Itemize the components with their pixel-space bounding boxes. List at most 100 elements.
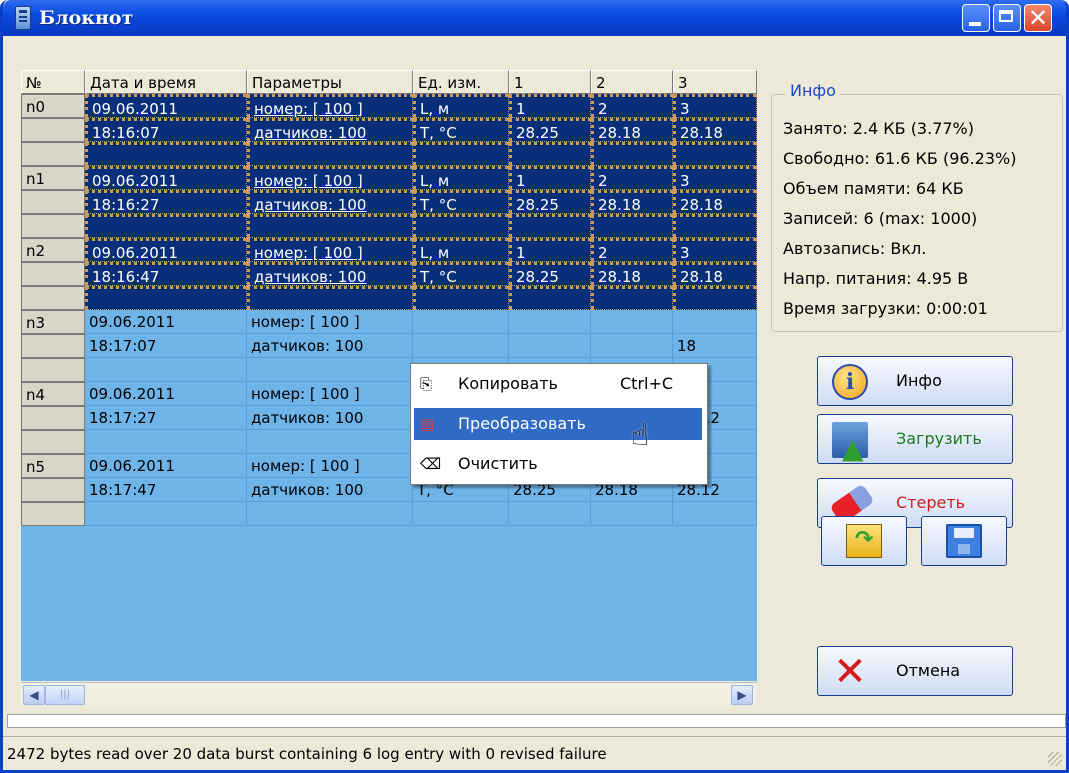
scroll-left-icon[interactable]: ◀ xyxy=(23,685,45,705)
maximize-button[interactable] xyxy=(993,4,1021,32)
grid-cell[interactable]: 28.18 xyxy=(673,190,757,214)
grid-cell[interactable]: номер: [ 100 ] xyxy=(247,94,413,118)
grid-cell[interactable]: 18:16:47 xyxy=(85,262,247,286)
close-button[interactable]: ✕ xyxy=(1024,4,1052,32)
row-header-cell[interactable] xyxy=(21,190,85,214)
grid-cell[interactable] xyxy=(413,310,509,334)
grid-cell[interactable]: датчиков: 100 xyxy=(247,478,413,502)
col-header-2[interactable]: 2 xyxy=(591,70,673,94)
grid-cell[interactable] xyxy=(509,334,591,358)
grid-cell[interactable]: датчиков: 100 xyxy=(247,262,413,286)
grid-cell[interactable] xyxy=(247,358,413,382)
table-row[interactable]: 18:16:27 датчиков: 100 T, °C 28.25 28.18 28.1… xyxy=(21,190,757,214)
table-row[interactable] xyxy=(21,286,757,310)
grid-cell[interactable]: L, м xyxy=(413,238,509,262)
row-header-cell[interactable] xyxy=(21,118,85,142)
grid-cell[interactable]: 3 xyxy=(673,166,757,190)
row-header-cell[interactable] xyxy=(21,502,85,526)
grid-cell[interactable]: 1 xyxy=(509,94,591,118)
grid-cell[interactable]: номер: [ 100 ] xyxy=(247,166,413,190)
grid-cell[interactable]: датчиков: 100 xyxy=(247,334,413,358)
load-button[interactable]: Загрузить xyxy=(817,414,1013,465)
grid-cell[interactable]: T, °C xyxy=(413,190,509,214)
grid-cell[interactable]: 18:16:07 xyxy=(85,118,247,142)
table-row[interactable] xyxy=(21,142,757,166)
grid-cell[interactable]: 18:17:47 xyxy=(85,478,247,502)
grid-cell[interactable] xyxy=(247,502,413,526)
row-header-cell[interactable]: n3 xyxy=(21,310,85,334)
grid-cell[interactable]: номер: [ 100 ] xyxy=(247,310,413,334)
col-header-number[interactable]: № xyxy=(21,70,85,94)
table-row[interactable]: 18:16:07 датчиков: 100 T, °C 28.25 28.18 28.1… xyxy=(21,118,757,142)
grid-cell[interactable] xyxy=(591,310,673,334)
grid-cell[interactable] xyxy=(591,142,673,166)
table-row[interactable]: 18:17:07 датчиков: 100 18 xyxy=(21,334,757,358)
row-header-cell[interactable] xyxy=(21,142,85,166)
grid-cell[interactable] xyxy=(413,502,509,526)
grid-cell[interactable] xyxy=(673,214,757,238)
grid-cell[interactable]: 09.06.2011 xyxy=(85,94,247,118)
grid-cell[interactable]: 09.06.2011 xyxy=(85,238,247,262)
grid-cell[interactable] xyxy=(247,286,413,310)
row-header-cell[interactable] xyxy=(21,430,85,454)
grid-cell[interactable]: номер: [ 100 ] xyxy=(247,382,413,406)
grid-cell[interactable]: 09.06.2011 xyxy=(85,310,247,334)
grid-cell[interactable] xyxy=(509,310,591,334)
grid-cell[interactable] xyxy=(509,214,591,238)
grid-cell[interactable] xyxy=(247,142,413,166)
grid-cell[interactable] xyxy=(673,310,757,334)
grid-cell[interactable]: 2 xyxy=(591,238,673,262)
grid-cell[interactable]: 18:16:27 xyxy=(85,190,247,214)
grid-cell[interactable]: 18 xyxy=(673,334,757,358)
grid-cell[interactable]: 28.18 xyxy=(673,262,757,286)
horizontal-scrollbar[interactable]: ◀ ||| ▶ xyxy=(21,682,757,705)
grid-cell[interactable]: 09.06.2011 xyxy=(85,166,247,190)
row-header-cell[interactable]: n0 xyxy=(21,94,85,118)
grid-cell[interactable] xyxy=(85,502,247,526)
table-row[interactable] xyxy=(21,502,757,526)
row-header-cell[interactable] xyxy=(21,358,85,382)
grid-cell[interactable] xyxy=(85,430,247,454)
row-header-cell[interactable] xyxy=(21,478,85,502)
grid-cell[interactable] xyxy=(509,502,591,526)
grid-cell[interactable]: 18:17:07 xyxy=(85,334,247,358)
grid-cell[interactable]: 28.18 xyxy=(591,118,673,142)
grid-cell[interactable]: 28.18 xyxy=(591,262,673,286)
grid-cell[interactable]: 28.18 xyxy=(591,190,673,214)
open-folder-button[interactable] xyxy=(821,516,907,566)
col-header-datetime[interactable]: Дата и время xyxy=(85,70,247,94)
row-header-cell[interactable] xyxy=(21,214,85,238)
table-row[interactable]: n0 09.06.2011 номер: [ 100 ] L, м123 xyxy=(21,94,757,118)
grid-cell[interactable]: 3 xyxy=(673,238,757,262)
row-header-cell[interactable] xyxy=(21,286,85,310)
grid-cell[interactable]: датчиков: 100 xyxy=(247,118,413,142)
menu-item-clear[interactable]: ⌫ Очистить xyxy=(414,448,702,480)
col-header-params[interactable]: Параметры xyxy=(247,70,413,94)
menu-item-copy[interactable]: ⎘ Копировать Ctrl+C xyxy=(414,368,702,400)
col-header-3[interactable]: 3 xyxy=(673,70,757,94)
grid-cell[interactable]: T, °C xyxy=(413,118,509,142)
table-row[interactable]: n2 09.06.2011 номер: [ 100 ] L, м123 xyxy=(21,238,757,262)
grid-cell[interactable] xyxy=(85,142,247,166)
grid-cell[interactable] xyxy=(413,214,509,238)
table-row[interactable]: n1 09.06.2011 номер: [ 100 ] L, м123 xyxy=(21,166,757,190)
grid-cell[interactable]: 28.25 xyxy=(509,262,591,286)
menu-item-convert[interactable]: ▤ Преобразовать xyxy=(414,408,702,440)
info-button[interactable]: i Инфо xyxy=(817,356,1013,406)
title-bar[interactable]: Блокнот ✕ xyxy=(3,0,1066,36)
grid-cell[interactable] xyxy=(85,358,247,382)
col-header-1[interactable]: 1 xyxy=(509,70,591,94)
row-header-cell[interactable]: n2 xyxy=(21,238,85,262)
cancel-button[interactable]: ✕ Отмена xyxy=(817,646,1013,696)
grid-cell[interactable] xyxy=(413,334,509,358)
grid-cell[interactable]: T, °C xyxy=(413,262,509,286)
grid-cell[interactable]: 1 xyxy=(509,166,591,190)
grid-cell[interactable]: 1 xyxy=(509,238,591,262)
grid-cell[interactable] xyxy=(591,334,673,358)
resize-grip-icon[interactable] xyxy=(1048,752,1062,766)
grid-cell[interactable]: 09.06.2011 xyxy=(85,382,247,406)
table-row[interactable]: n3 09.06.2011 номер: [ 100 ] xyxy=(21,310,757,334)
row-header-cell[interactable]: n5 xyxy=(21,454,85,478)
minimize-button[interactable] xyxy=(962,4,990,32)
grid-cell[interactable] xyxy=(413,142,509,166)
